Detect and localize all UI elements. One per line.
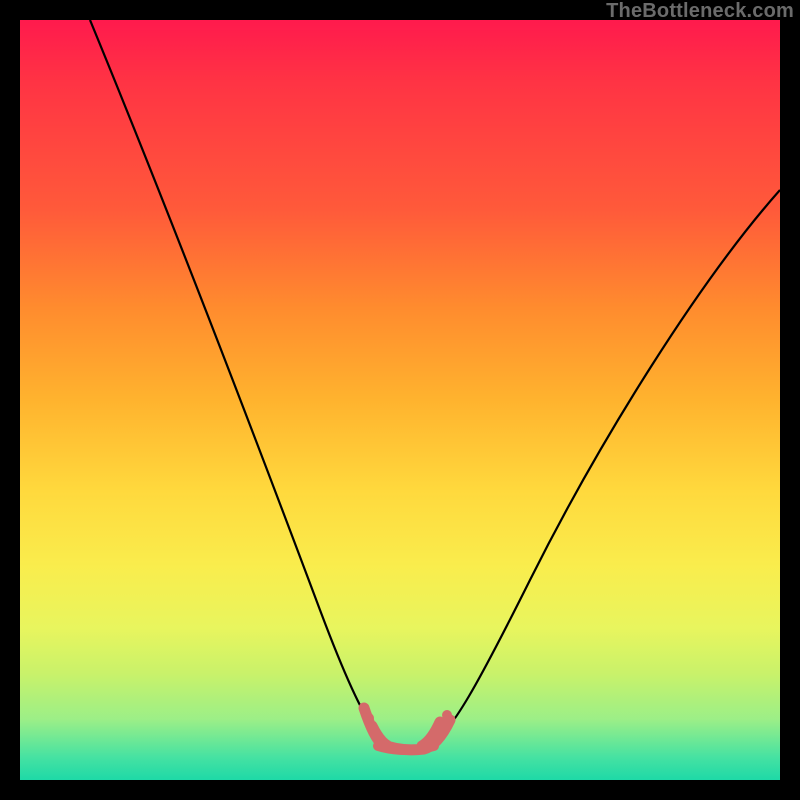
curve-layer — [20, 20, 780, 780]
valley-marker-base — [378, 746, 434, 750]
watermark-text: TheBottleneck.com — [606, 0, 794, 23]
chart-frame: TheBottleneck.com — [0, 0, 800, 800]
plot-area — [20, 20, 780, 780]
bottleneck-curve — [90, 20, 780, 747]
valley-dot-left — [364, 713, 374, 723]
valley-dot-right — [442, 710, 452, 720]
